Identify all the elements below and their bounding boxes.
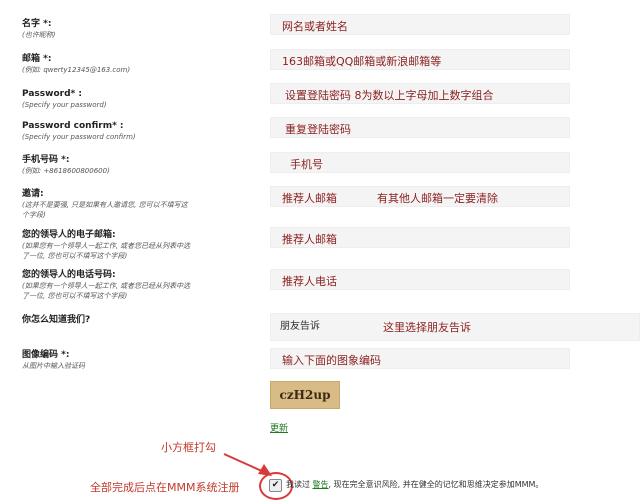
invite-hint: (这并不是要强, 只是如果有人邀请您, 您可以不填写这 bbox=[22, 201, 188, 209]
leader-email-hint: (如果您有一个领导人一起工作, 或者您已经从列表中选 bbox=[22, 242, 191, 250]
password-label: Password* : bbox=[22, 89, 82, 99]
leader-email-placeholder: 推荐人邮箱 bbox=[282, 233, 337, 246]
leader-email-label: 您的领导人的电子邮箱: bbox=[22, 230, 116, 240]
email-hint: (例如: qwerty12345@163.com) bbox=[22, 66, 131, 74]
name-hint: (也许昵称) bbox=[22, 31, 56, 39]
leader-phone-hint: (如果您有一个领导人一起工作, 或者您已经从列表中选 bbox=[22, 282, 191, 290]
leader-phone-label-block: 您的领导人的电话号码: (如果您有一个领导人一起工作, 或者您已经从列表中选 了… bbox=[22, 270, 190, 301]
password-confirm-label-block: Password confirm* : (Specify your passwo… bbox=[22, 121, 136, 142]
leader-phone-hint-cont: 了一位, 您也可以不填写这个字段) bbox=[22, 292, 128, 300]
captcha-refresh-link[interactable]: 更新 bbox=[270, 421, 288, 434]
finish-hint: 全部完成后点在MMM系统注册 bbox=[90, 481, 240, 494]
email-label: 邮箱 *: bbox=[22, 54, 52, 64]
leader-phone-label: 您的领导人的电话号码: bbox=[22, 270, 116, 280]
password-confirm-placeholder: 重复登陆密码 bbox=[285, 123, 351, 136]
email-label-block: 邮箱 *: (例如: qwerty12345@163.com) bbox=[22, 54, 130, 75]
captcha-hint: 从图片中输入验证码 bbox=[22, 362, 85, 370]
phone-hint: (例如: +8618600800600) bbox=[22, 167, 110, 175]
phone-label: 手机号码 *: bbox=[22, 155, 70, 165]
captcha-placeholder: 输入下面的图象编码 bbox=[282, 354, 381, 367]
password-label-block: Password* : (Specify your password) bbox=[22, 89, 107, 110]
name-placeholder: 网名或者姓名 bbox=[282, 20, 348, 33]
captcha-image: czH2up bbox=[270, 381, 340, 409]
source-note: 这里选择朋友告诉 bbox=[383, 321, 471, 334]
leader-email-hint-cont: 了一位, 您也可以不填写这个字段) bbox=[22, 252, 128, 260]
invite-placeholder: 推荐人邮箱 bbox=[282, 192, 337, 205]
source-label-block: 你怎么知道我们? bbox=[22, 315, 90, 326]
captcha-label-block: 图像编码 *: 从图片中输入验证码 bbox=[22, 350, 85, 371]
agreement-text: 我读过 警告, 现在完全意识风险, 并在健全的记忆和思维决定参加MMM。 bbox=[286, 479, 543, 490]
password-placeholder: 设置登陆密码 8为数以上字母加上数字组合 bbox=[285, 89, 494, 102]
invite-hint-cont: 个字段) bbox=[22, 211, 46, 219]
password-hint: (Specify your password) bbox=[22, 101, 107, 109]
password-confirm-hint: (Specify your password confirm) bbox=[22, 133, 136, 141]
captcha-label: 图像编码 *: bbox=[22, 350, 70, 360]
agreement-prefix: 我读过 bbox=[286, 480, 313, 489]
email-placeholder: 163邮箱或QQ邮箱或新浪邮箱等 bbox=[282, 55, 442, 68]
warning-link[interactable]: 警告 bbox=[313, 480, 329, 489]
source-value: 朋友告诉 bbox=[280, 321, 320, 332]
name-label: 名字 *: bbox=[22, 19, 52, 29]
password-confirm-label: Password confirm* : bbox=[22, 121, 124, 131]
phone-label-block: 手机号码 *: (例如: +8618600800600) bbox=[22, 155, 110, 176]
phone-placeholder: 手机号 bbox=[290, 158, 323, 171]
checkbox-hint: 小方框打勾 bbox=[161, 441, 216, 454]
invite-note: 有其他人邮箱一定要清除 bbox=[377, 192, 498, 205]
invite-label: 邀请: bbox=[22, 189, 44, 199]
leader-email-label-block: 您的领导人的电子邮箱: (如果您有一个领导人一起工作, 或者您已经从列表中选 了… bbox=[22, 230, 190, 261]
leader-phone-placeholder: 推荐人电话 bbox=[282, 275, 337, 288]
agreement-suffix: , 现在完全意识风险, 并在健全的记忆和思维决定参加MMM。 bbox=[328, 480, 544, 489]
invite-label-block: 邀请: (这并不是要强, 只是如果有人邀请您, 您可以不填写这 个字段) bbox=[22, 189, 188, 220]
agreement-checkbox[interactable]: ✔ bbox=[269, 479, 282, 492]
source-label: 你怎么知道我们? bbox=[22, 315, 91, 325]
name-label-block: 名字 *: (也许昵称) bbox=[22, 19, 55, 40]
